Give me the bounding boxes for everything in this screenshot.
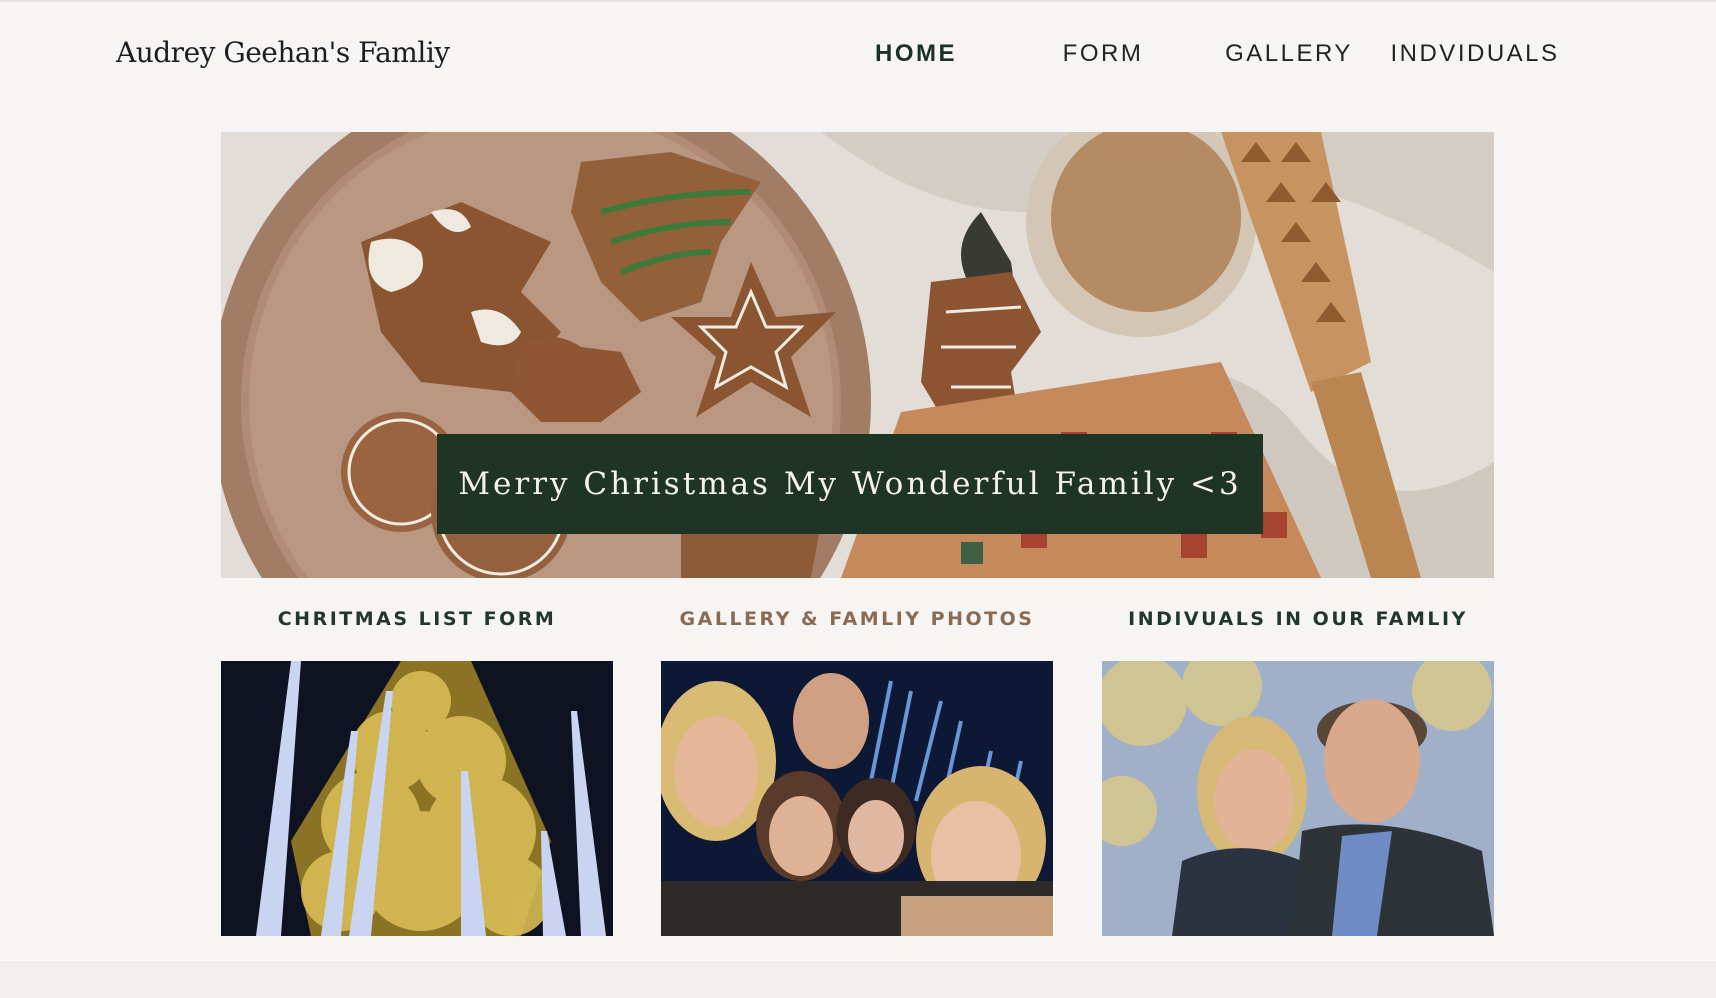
- family-selfie-image[interactable]: [661, 661, 1053, 936]
- nav-item-home[interactable]: HOME: [875, 40, 957, 68]
- nav-item-form[interactable]: FORM: [1063, 40, 1144, 68]
- footer-band: [0, 962, 1716, 998]
- hero-banner: Merry Christmas My Wonderful Family <3: [437, 434, 1263, 534]
- christmas-tree-image[interactable]: [221, 661, 613, 936]
- couple-selfie-image[interactable]: [1102, 661, 1494, 936]
- card-title-christmas-list[interactable]: CHRITMAS LIST FORM: [221, 608, 613, 630]
- main-nav: HOME FORM GALLERY INDVIDUALS: [0, 40, 1716, 76]
- nav-item-individuals[interactable]: INDVIDUALS: [1390, 40, 1559, 68]
- hero-banner-text: Merry Christmas My Wonderful Family <3: [458, 466, 1242, 502]
- nav-item-gallery[interactable]: GALLERY: [1225, 40, 1353, 68]
- card-title-individuals[interactable]: INDIVUALS IN OUR FAMLIY: [1102, 608, 1494, 630]
- top-border: [0, 0, 1716, 2]
- card-title-gallery[interactable]: GALLERY & FAMLIY PHOTOS: [661, 608, 1053, 630]
- hero-section: Merry Christmas My Wonderful Family <3: [221, 132, 1494, 578]
